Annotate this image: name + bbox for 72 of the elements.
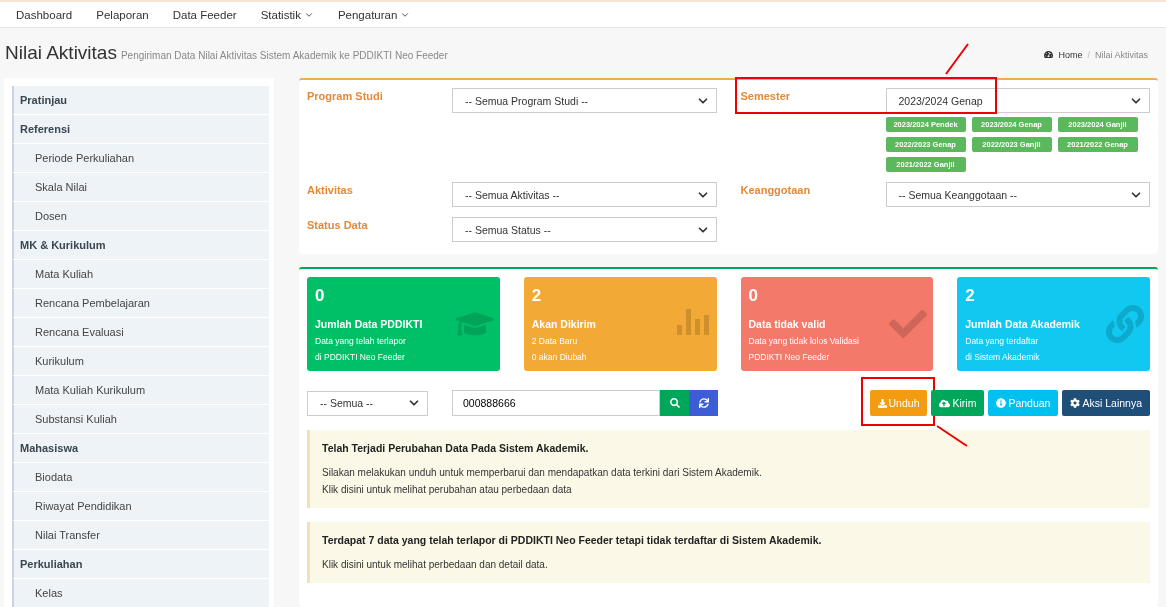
nav-link[interactable]: Dashboard <box>16 8 73 21</box>
filter-select[interactable]: -- Semua -- <box>307 390 428 416</box>
stat-title: Data tidak valid <box>748 318 827 330</box>
stat-description: di PDDIKTI Neo Feeder <box>315 351 406 364</box>
stat-description: 0 akan Diubah <box>531 351 588 364</box>
sidebar-item[interactable]: Substansi Kuliah <box>12 405 269 434</box>
search-icon <box>669 398 680 408</box>
info-icon <box>996 398 1007 408</box>
stat-description: Data yang telah terlapor <box>315 335 407 348</box>
link-icon <box>1106 305 1144 343</box>
stat-description: di Sistem Akademik <box>965 351 1041 364</box>
filter-label: Semester <box>740 89 792 104</box>
filter-label: Program Studi <box>307 89 384 104</box>
alert-title: Telah Terjadi Perubahan Data Pada Sistem Akademik. <box>322 442 590 454</box>
sidebar-group[interactable]: Referensi <box>12 115 269 144</box>
breadcrumb-item: Nilai Aktivitas <box>1095 49 1148 60</box>
page-title: Nilai Aktivitas <box>5 42 117 63</box>
breadcrumb-item[interactable]: Home <box>1058 49 1083 60</box>
filter-select[interactable]: -- Semua Status -- <box>452 217 717 242</box>
page-subtitle: Pengiriman Data Nilai Aktivitas Sistem Akademik ke PDDIKTI Neo Feeder <box>120 50 448 61</box>
stat-value: 2 <box>531 286 543 306</box>
stat-title: Jumlah Data PDDIKTI <box>315 318 424 330</box>
action-button[interactable]: Aksi Lainnya <box>1062 390 1150 416</box>
search-field[interactable]: 000888666 <box>452 390 660 416</box>
stat-description: Data yang terdaftar <box>965 335 1039 348</box>
sidebar-item[interactable]: Mata Kuliah Kurikulum <box>12 376 269 405</box>
alert-title: Terdapat 7 data yang telah terlapor di PDDIKTI Neo Feeder tetapi tidak terdaftar di Sistem Akademik. <box>322 534 823 546</box>
stat-value: 2 <box>965 286 976 306</box>
filter-label: Aktivitas <box>307 183 354 198</box>
sidebar-item[interactable]: Rencana Pembelajaran <box>12 289 269 318</box>
filter-select[interactable]: 2023/2024 Genap <box>885 88 1150 113</box>
filter-label: Keanggotaan <box>740 183 812 198</box>
filter-select[interactable]: -- Semua Program Studi -- <box>452 88 717 113</box>
sidebar-group[interactable]: Mahasiswa <box>12 434 269 463</box>
sidebar-group[interactable]: MK & Kurikulum <box>12 231 269 260</box>
stat-description: PDDIKTI Neo Feeder <box>748 351 831 364</box>
stat-description: Data yang tidak lolos Validasi <box>748 335 860 348</box>
sidebar-item[interactable]: Skala Nilai <box>12 173 269 202</box>
alert-text: Klik disini untuk melihat perbedaan dan detail data. <box>322 558 549 572</box>
nav-link[interactable]: Data Feeder <box>172 8 237 21</box>
cloud-upload-icon <box>939 397 951 409</box>
sidebar-group[interactable]: Perkuliahan <box>12 550 269 579</box>
sidebar-item[interactable]: Dosen <box>12 202 269 231</box>
filter-label: Status Data <box>307 218 369 233</box>
sidebar-item[interactable]: Biodata <box>12 463 269 492</box>
sidebar-item[interactable]: Kelas <box>12 579 269 607</box>
stat-description: 2 Data Baru <box>531 335 579 348</box>
sidebar-item[interactable]: Riwayat Pendidikan <box>12 492 269 521</box>
alert-text: Silakan melakukan unduh untuk memperbarui dan mendapatkan data terkini dari Sistem Akademik. <box>322 466 763 480</box>
sidebar-group[interactable]: Pratinjau <box>12 86 269 115</box>
nav-link[interactable]: Pengaturan <box>337 8 411 21</box>
sidebar-item[interactable]: Periode Perkuliahan <box>12 144 269 173</box>
filter-select[interactable]: -- Semua Keanggotaan -- <box>885 182 1150 207</box>
refresh-button[interactable] <box>689 390 718 416</box>
sidebar-item[interactable]: Kurikulum <box>12 347 269 376</box>
sidebar-item[interactable]: Nilai Transfer <box>12 521 269 550</box>
stat-title: Akan Dikirim <box>531 318 597 330</box>
filter-select[interactable]: -- Semua Aktivitas -- <box>452 182 717 207</box>
refresh-icon <box>698 398 709 408</box>
dashboard-icon <box>1044 50 1054 59</box>
nav-link[interactable]: Pelaporan <box>96 8 149 21</box>
sidebar-item[interactable]: Rencana Evaluasi <box>12 318 269 347</box>
search-button[interactable] <box>660 390 689 416</box>
sidebar-item[interactable]: Mata Kuliah <box>12 260 269 289</box>
download-icon <box>877 398 887 408</box>
nav-link[interactable]: Statistik <box>260 8 314 21</box>
alert-text: Klik disini untuk melihat perubahan atau perbedaan data <box>322 483 573 497</box>
stat-title: Jumlah Data Akademik <box>965 318 1081 330</box>
stat-value: 0 <box>748 286 759 306</box>
gear-icon <box>1070 398 1081 408</box>
breadcrumb-separator: / <box>1087 49 1090 60</box>
stat-value: 0 <box>315 286 326 306</box>
